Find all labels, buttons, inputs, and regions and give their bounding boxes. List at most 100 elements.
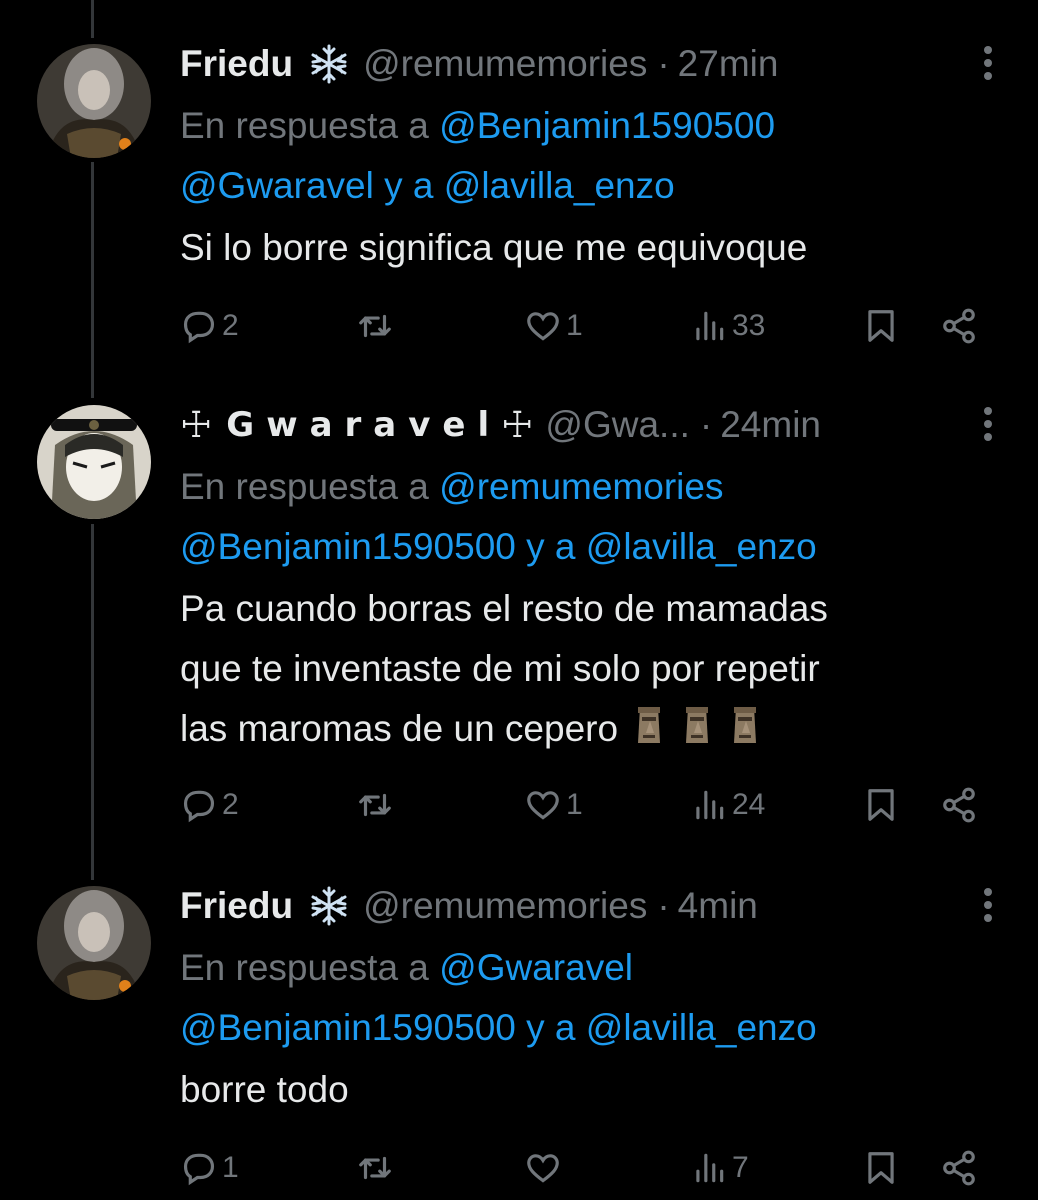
action-bar: 1 7 [180,1146,1010,1190]
author-name[interactable]: Friedu [180,43,293,85]
reply-prefix: En respuesta a [180,947,440,988]
action-bar: 2 1 33 [180,304,1010,348]
reply-icon [183,790,215,823]
reply-context: En respuesta a @remumemories @Benjamin15… [180,457,817,577]
author-handle[interactable]: @remumemories [363,885,647,927]
views-button[interactable]: 24 [690,783,765,827]
views-icon [696,311,724,341]
tweet-header: ☩ Gwaravel ☩ @Gwa... · 24min [180,395,821,455]
cross-symbol: ☩ [501,404,534,445]
avatar[interactable] [37,886,151,1000]
mention-link[interactable]: @lavilla_enzo [586,1007,817,1048]
reply-join: y a [373,165,444,206]
reply-button[interactable]: 2 [180,783,239,827]
tweet-text-line: las maromas de un cepero [180,708,619,749]
bookmark-icon [868,789,894,821]
separator-dot: · [699,404,713,445]
bookmark-icon [868,310,894,342]
bookmark-icon [868,1152,894,1184]
avatar[interactable] [37,405,151,519]
reply-icon [183,311,215,344]
timestamp[interactable]: 24min [720,404,821,446]
moai-icon [734,707,757,743]
author-name[interactable]: Friedu [180,885,293,927]
reply-prefix: En respuesta a [180,466,440,507]
timestamp[interactable]: 27min [678,43,779,85]
cross-symbol: ☩ [180,404,213,445]
views-count: 7 [732,1151,749,1184]
thread-line-top [91,0,94,38]
reply-count: 2 [222,309,239,342]
like-count: 1 [566,788,583,821]
retweet-button[interactable] [356,783,398,827]
tweet-text-line: Si lo borre significa que me equivoque [180,227,808,268]
share-icon [943,787,975,823]
reply-context: En respuesta a @Benjamin1590500 @Gwarave… [180,96,775,216]
snowflake-icon [311,44,347,84]
reply-button[interactable]: 2 [180,304,239,348]
views-icon [696,790,724,820]
views-count: 33 [732,309,766,342]
mention-link[interactable]: @Benjamin1590500 [439,105,775,146]
reply-button[interactable]: 1 [180,1146,239,1190]
share-button[interactable] [940,304,978,348]
moai-icon [686,707,709,743]
like-icon [527,312,559,341]
mention-link[interactable]: @lavilla_enzo [444,165,675,206]
share-button[interactable] [940,783,978,827]
moai-icon [638,707,661,743]
bookmark-button[interactable] [862,783,900,827]
tweet-text-line: Pa cuando borras el resto de mamadas [180,588,828,629]
tweet-text-line: borre todo [180,1069,349,1110]
retweet-button[interactable] [356,304,398,348]
more-icon[interactable] [982,46,994,86]
mention-link[interactable]: @Benjamin1590500 [180,526,516,567]
share-button[interactable] [940,1146,978,1190]
like-button[interactable]: 1 [524,783,583,827]
more-icon[interactable] [982,407,994,447]
share-icon [943,308,975,344]
views-button[interactable]: 33 [690,304,765,348]
reply-count: 1 [222,1151,239,1184]
like-count: 1 [566,309,583,342]
timestamp[interactable]: 4min [678,885,758,927]
tweet-3[interactable]: Friedu @remumemories · 4min En respuesta… [0,876,1038,1200]
tweet-1[interactable]: Friedu @remumemories · 27min En respuest… [0,34,1038,364]
reply-context: En respuesta a @Gwaravel @Benjamin159050… [180,938,817,1058]
tweet-2[interactable]: ☩ Gwaravel ☩ @Gwa... · 24min En respuest… [0,395,1038,845]
reply-join: y a [515,526,586,567]
snowflake-icon [311,886,347,926]
retweet-button[interactable] [356,1146,398,1190]
bookmark-button[interactable] [862,1146,900,1190]
tweet-text: borre todo [180,1060,349,1120]
mention-link[interactable]: @Gwaravel [180,165,374,206]
retweet-icon [359,314,391,338]
views-button[interactable]: 7 [690,1146,749,1190]
like-button[interactable] [524,1146,566,1190]
action-bar: 2 1 24 [180,783,1010,827]
mention-link[interactable]: @Gwaravel [439,947,633,988]
separator-dot: · [657,885,670,926]
reply-count: 2 [222,788,239,821]
avatar[interactable] [37,44,151,158]
bookmark-button[interactable] [862,304,900,348]
views-icon [696,1153,724,1183]
author-handle[interactable]: @remumemories [363,43,647,85]
reply-prefix: En respuesta a [180,105,440,146]
mention-link[interactable]: @Benjamin1590500 [180,1007,516,1048]
retweet-icon [359,1156,391,1180]
tweet-header: Friedu @remumemories · 27min [180,34,778,94]
more-icon[interactable] [982,888,994,928]
retweet-icon [359,793,391,817]
mention-link[interactable]: @remumemories [439,466,723,507]
author-name[interactable]: Gwaravel [226,405,501,445]
share-icon [943,1150,975,1186]
tweet-text: Pa cuando borras el resto de mamadas que… [180,579,828,759]
reply-join: y a [515,1007,586,1048]
author-handle[interactable]: @Gwa... [545,404,689,446]
tweet-text-line-with-emoji: las maromas de un cepero [180,699,828,759]
reply-icon [183,1153,215,1186]
like-icon [527,791,559,820]
like-button[interactable]: 1 [524,304,583,348]
mention-link[interactable]: @lavilla_enzo [586,526,817,567]
